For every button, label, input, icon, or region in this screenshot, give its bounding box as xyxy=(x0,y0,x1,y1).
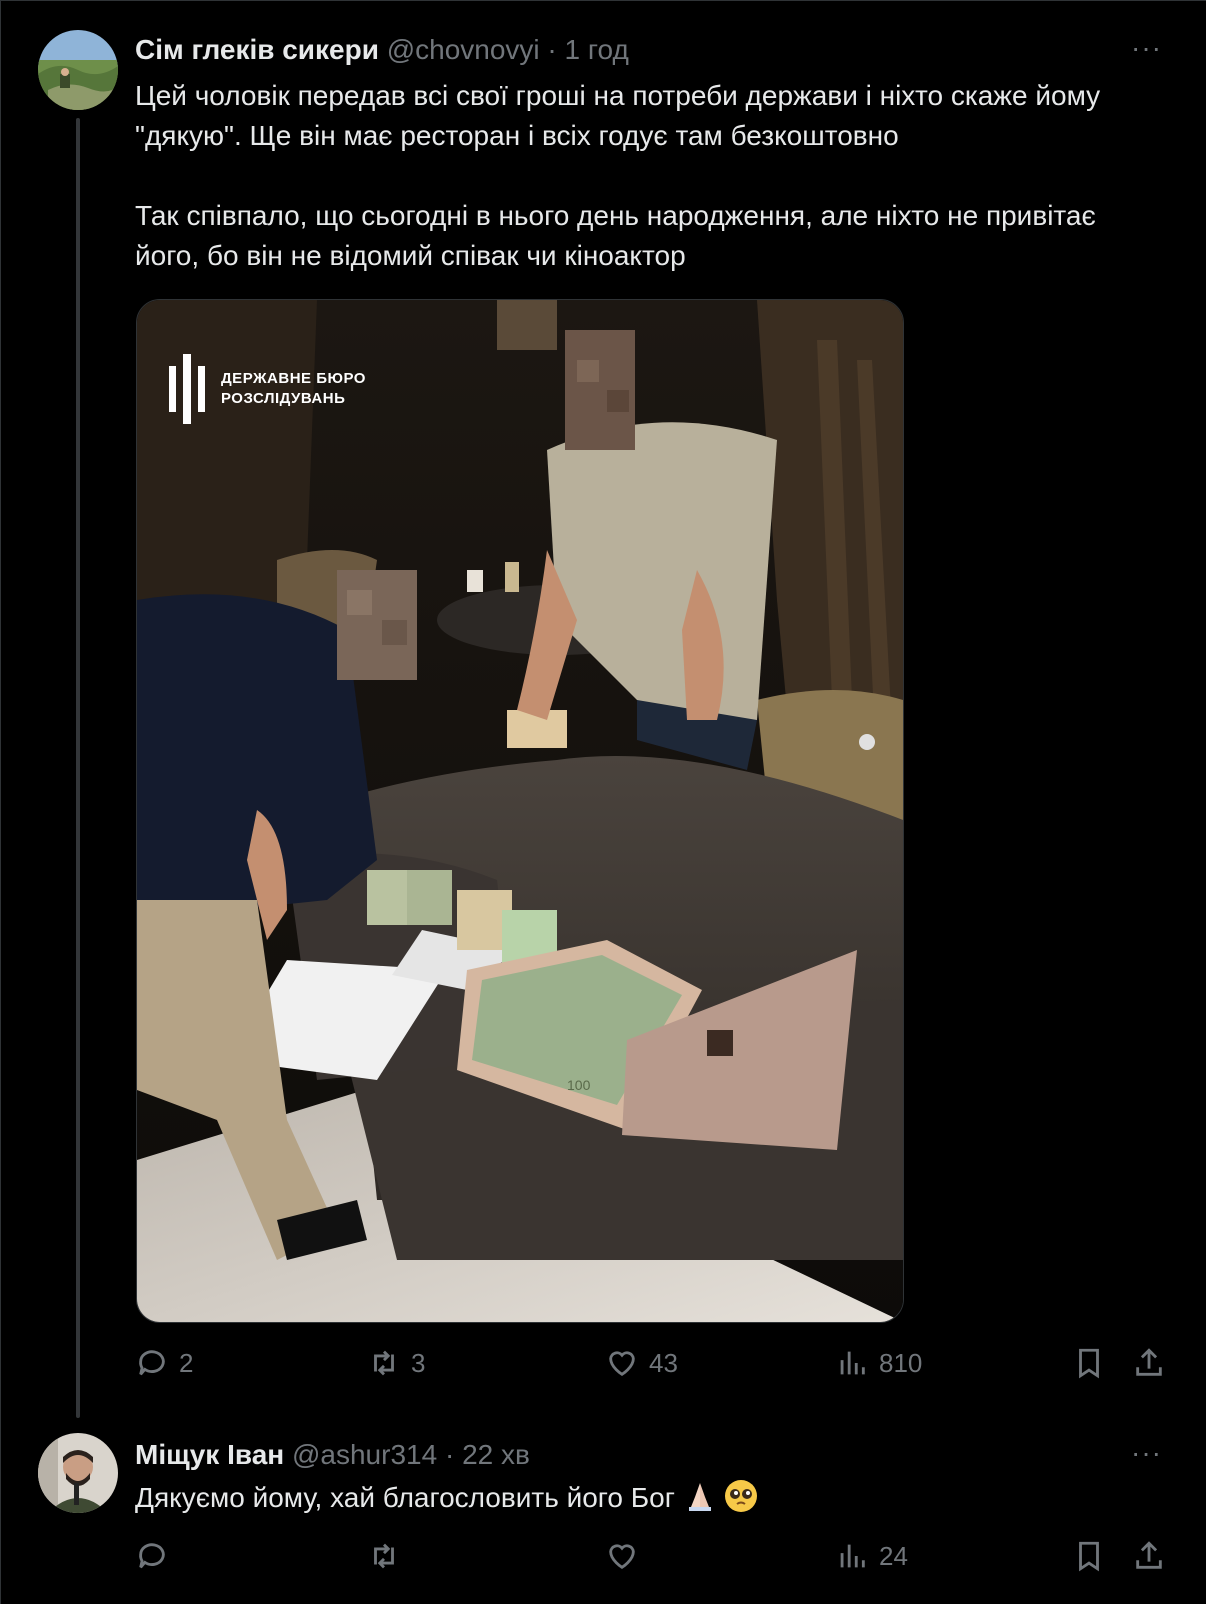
bookmark-icon xyxy=(1079,1348,1099,1379)
photo-scene: 100 xyxy=(137,300,903,1322)
thread-line xyxy=(76,118,80,1418)
reply-icon xyxy=(139,1350,165,1376)
author-handle[interactable]: @chovnovyi xyxy=(387,34,540,65)
author-name[interactable]: Міщук Іван xyxy=(135,1439,284,1470)
reply-text: Дякуємо йому, хай благословить його Бог xyxy=(135,1482,675,1513)
more-options-icon[interactable]: ··· xyxy=(1131,32,1162,64)
share-button[interactable] xyxy=(1132,1346,1166,1380)
post-time[interactable]: 22 хв xyxy=(462,1439,530,1470)
author-name[interactable]: Сім глеків сикери xyxy=(135,34,379,65)
views-icon xyxy=(840,1351,865,1375)
views-count: 24 xyxy=(879,1540,908,1571)
bookmark-button[interactable] xyxy=(1072,1539,1106,1573)
bookmark-button[interactable] xyxy=(1072,1346,1106,1380)
dbr-watermark: ДЕРЖАВНЕ БЮРО РОЗСЛІДУВАНЬ xyxy=(167,354,366,424)
reply-button[interactable] xyxy=(135,1539,169,1573)
tweet-paragraph-2: Так співпало, що сьогодні в нього день н… xyxy=(135,200,1096,271)
repost-button[interactable] xyxy=(367,1539,401,1573)
tweet-header: Сім глеків сикери @chovnovyi · 1 год xyxy=(135,32,629,68)
share-icon xyxy=(1136,1348,1162,1376)
pleading-face-icon xyxy=(724,1479,758,1513)
tweet-reply[interactable]: Міщук Іван @ashur314 · 22 хв ··· Дякуємо… xyxy=(0,1420,1206,1604)
more-options-icon[interactable]: ··· xyxy=(1131,1437,1162,1469)
banknote-label: 100 xyxy=(567,1077,591,1093)
views-button[interactable]: 24 xyxy=(835,1539,908,1573)
watermark-text: ДЕРЖАВНЕ БЮРО РОЗСЛІДУВАНЬ xyxy=(221,369,366,409)
tweet-text: Цей чоловік передав всі свої гроші на по… xyxy=(135,76,1145,276)
watermark-line-1: ДЕРЖАВНЕ БЮРО xyxy=(221,370,366,387)
like-button[interactable] xyxy=(605,1539,639,1573)
repost-count: 3 xyxy=(411,1347,426,1378)
repost-button[interactable]: 3 xyxy=(367,1346,425,1380)
author-handle[interactable]: @ashur314 xyxy=(292,1439,437,1470)
dbr-logo-icon xyxy=(169,354,205,424)
heart-icon xyxy=(609,1351,635,1377)
tweet-actions: 24 xyxy=(135,1539,1175,1579)
views-count: 810 xyxy=(879,1347,923,1378)
tweet-photo[interactable]: 100 ДЕРЖАВНЕ БЮРО РОЗСЛІДУВАНЬ xyxy=(136,299,904,1323)
post-time[interactable]: 1 год xyxy=(565,34,629,65)
tweet-main[interactable]: Сім глеків сикери @chovnovyi · 1 год ···… xyxy=(0,0,1206,1420)
tweet-header: Міщук Іван @ashur314 · 22 хв xyxy=(135,1437,530,1473)
tweet-actions: 2 3 43 810 xyxy=(135,1346,1175,1386)
watermark-line-2: РОЗСЛІДУВАНЬ xyxy=(221,390,346,407)
reply-icon xyxy=(139,1543,165,1569)
separator-dot: · xyxy=(547,34,557,65)
heart-icon xyxy=(609,1544,635,1570)
like-button[interactable]: 43 xyxy=(605,1346,678,1380)
avatar[interactable] xyxy=(38,30,118,110)
tweet-text: Дякуємо йому, хай благословить його Бог xyxy=(135,1478,1145,1518)
views-button[interactable]: 810 xyxy=(835,1346,922,1380)
share-button[interactable] xyxy=(1132,1539,1166,1573)
folded-hands-icon xyxy=(683,1479,717,1513)
avatar[interactable] xyxy=(38,1433,118,1513)
separator-dot: · xyxy=(444,1439,455,1470)
like-count: 43 xyxy=(649,1347,678,1378)
share-icon xyxy=(1136,1541,1162,1569)
reply-count: 2 xyxy=(179,1347,194,1378)
repost-icon xyxy=(374,1350,394,1376)
views-icon xyxy=(840,1544,865,1568)
reply-button[interactable]: 2 xyxy=(135,1346,193,1380)
bookmark-icon xyxy=(1079,1541,1099,1572)
repost-icon xyxy=(374,1543,394,1569)
tweet-paragraph-1: Цей чоловік передав всі свої гроші на по… xyxy=(135,80,1101,151)
